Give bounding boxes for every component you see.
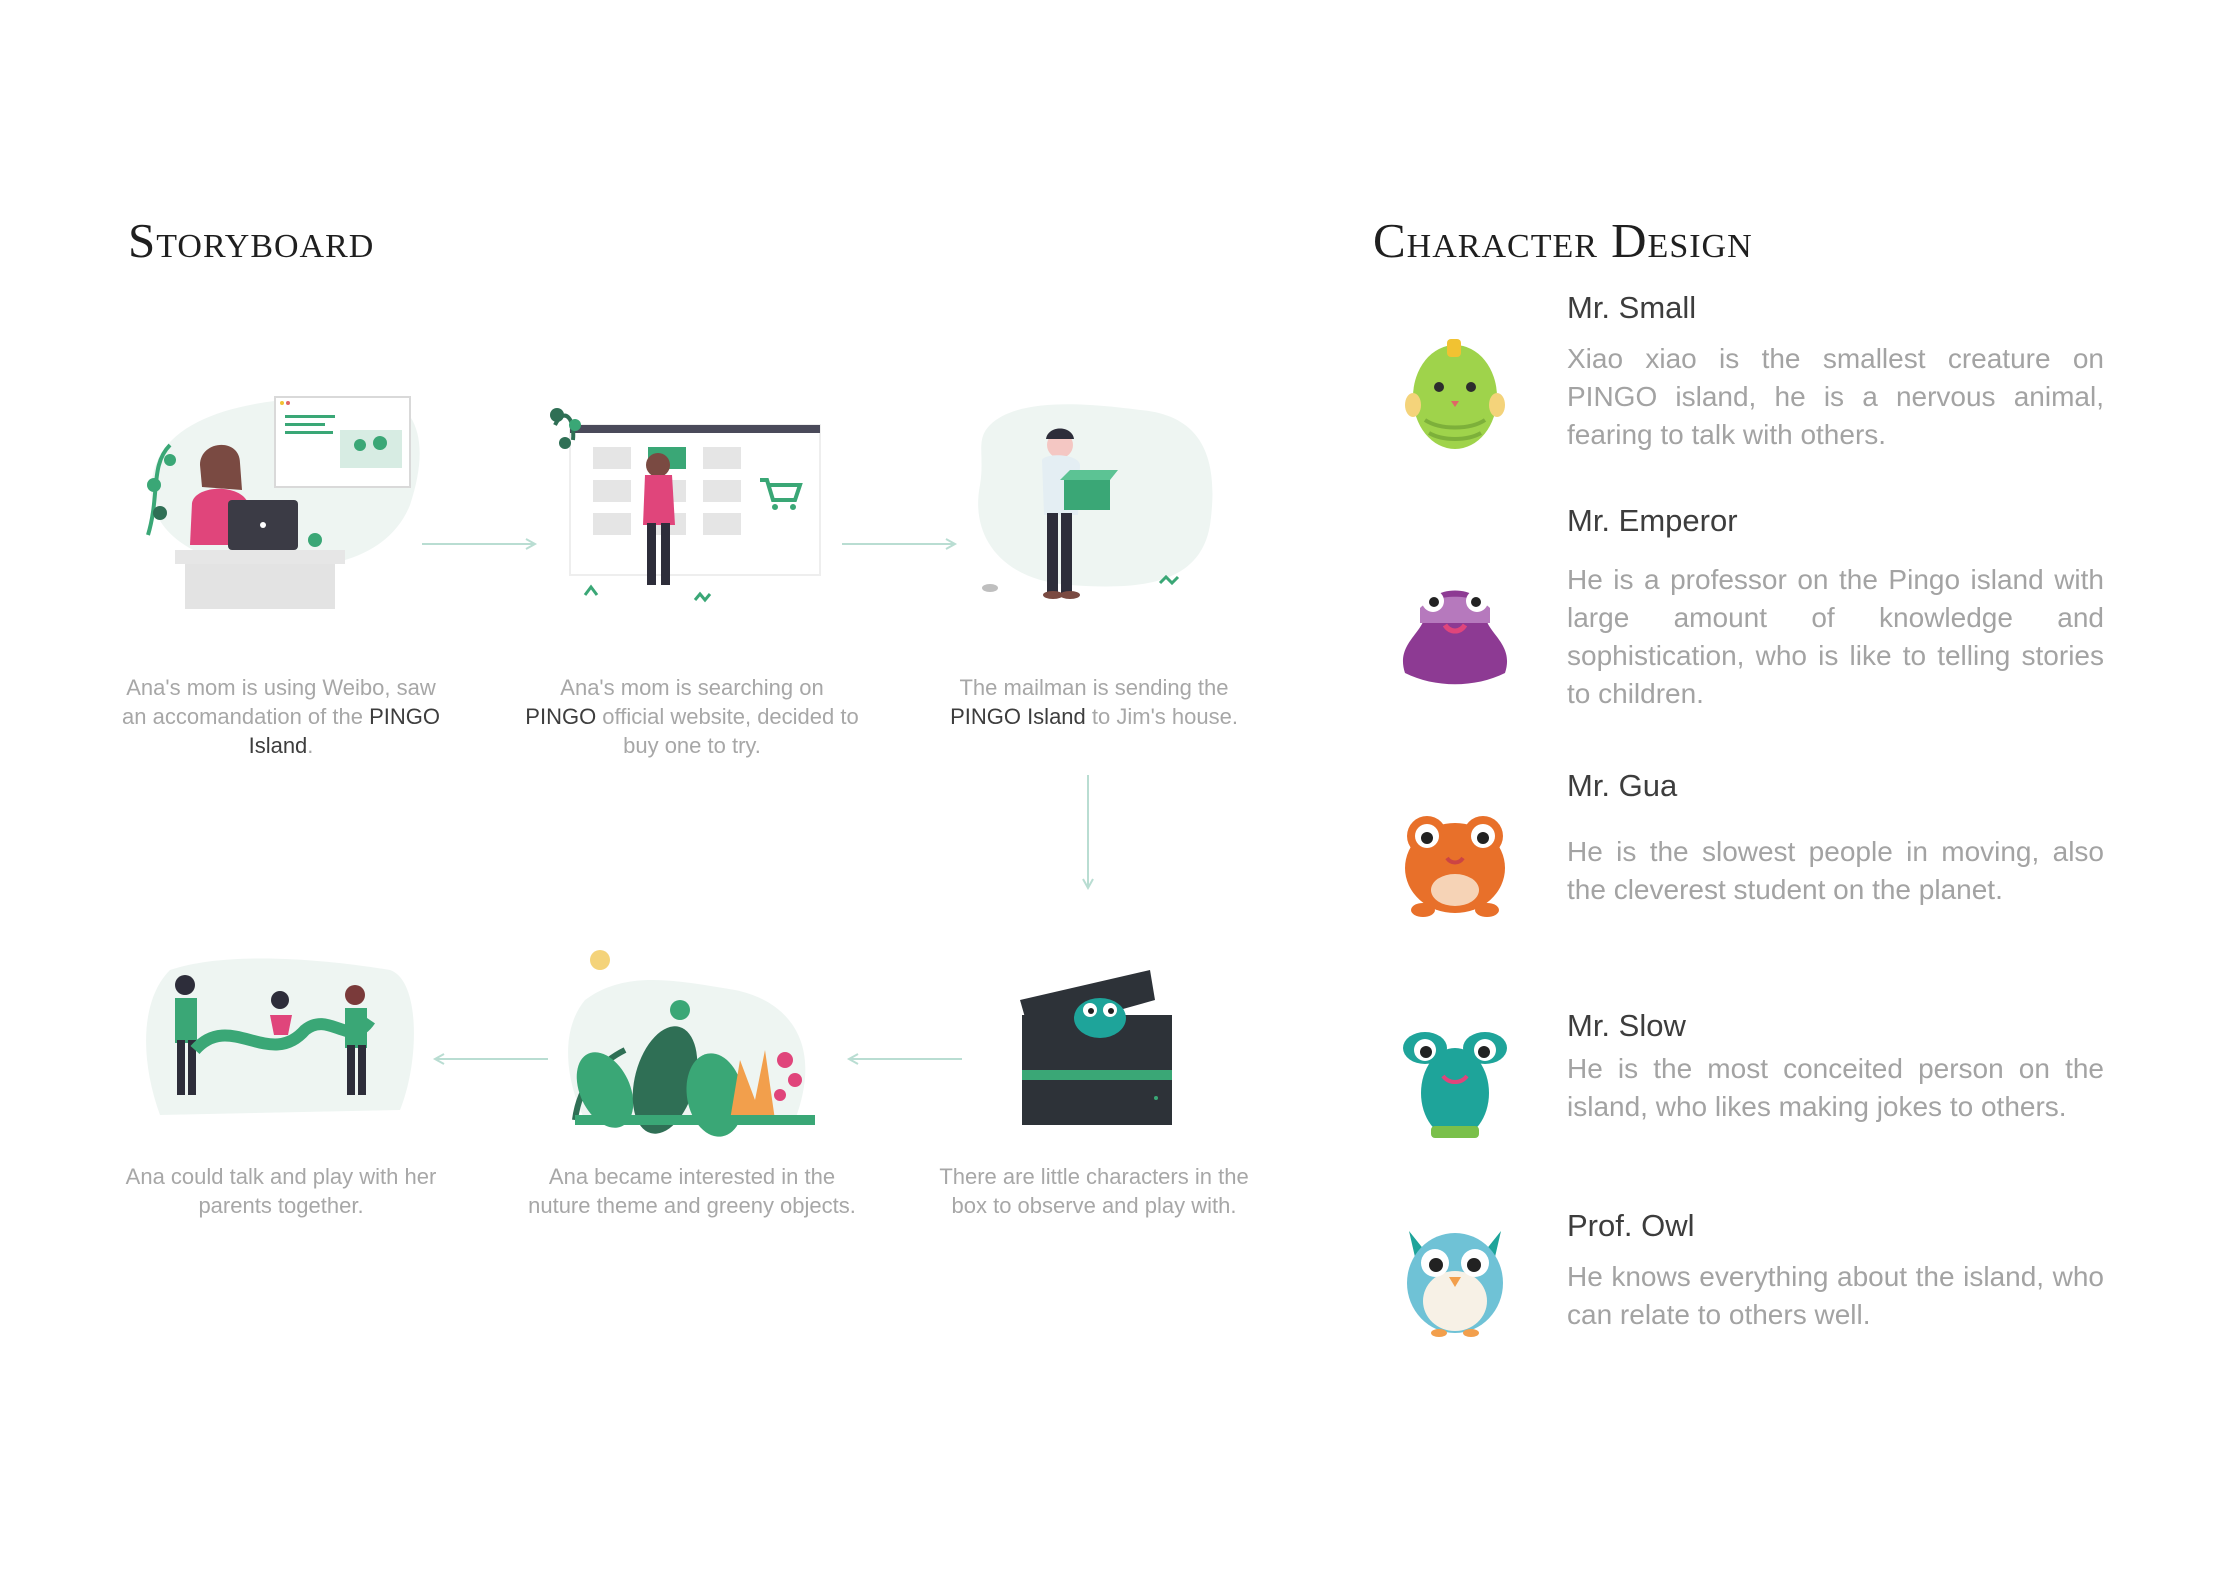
arrow-right bbox=[842, 536, 962, 552]
mr-slow-icon bbox=[1395, 1018, 1515, 1148]
storyboard-title: Storyboard bbox=[128, 213, 375, 268]
illustration-website-shopping bbox=[545, 385, 845, 625]
storyboard-caption-5: Ana became interested in the nuture them… bbox=[528, 1164, 856, 1218]
illustration-mailman bbox=[960, 385, 1260, 625]
character-description: He is a professor on the Pingo island wi… bbox=[1567, 564, 2104, 709]
character-name: Mr. Small bbox=[1567, 290, 1697, 325]
mr-emperor-icon bbox=[1395, 563, 1515, 693]
illustration-family bbox=[130, 940, 430, 1180]
character-card: Prof. Owl He knows everything about the … bbox=[1395, 1208, 2125, 1358]
character-description: He is the slowest people in moving, also… bbox=[1567, 836, 2104, 905]
arrow-right bbox=[422, 536, 542, 552]
character-name: Prof. Owl bbox=[1567, 1208, 1695, 1243]
character-card: Mr. Emperor He is a professor on the Pin… bbox=[1395, 503, 2125, 713]
illustration-character-box bbox=[960, 940, 1260, 1180]
character-name: Mr. Gua bbox=[1567, 768, 1678, 803]
storyboard-caption-3: The mailman is sending the PINGO Island … bbox=[950, 675, 1238, 729]
character-card: Mr. Gua He is the slowest people in movi… bbox=[1395, 768, 2125, 938]
character-card: Mr. Slow He is the most conceited person… bbox=[1395, 1008, 2125, 1168]
storyboard-caption-2: Ana's mom is searching on PINGO official… bbox=[525, 675, 859, 758]
arrow-down bbox=[1080, 775, 1096, 895]
character-design-title: Character Design bbox=[1373, 213, 1753, 268]
illustration-nature bbox=[545, 940, 845, 1180]
arrow-left bbox=[428, 1051, 548, 1067]
storyboard-caption-4: There are little characters in the box t… bbox=[939, 1164, 1249, 1218]
character-card: Mr. Small Xiao xiao is the smallest crea… bbox=[1395, 290, 2125, 460]
character-name: Mr. Emperor bbox=[1567, 503, 1738, 538]
character-description: Xiao xiao is the smallest creature on PI… bbox=[1567, 343, 2104, 450]
prof-owl-icon bbox=[1395, 1213, 1515, 1343]
mr-small-icon bbox=[1395, 325, 1515, 455]
storyboard-caption-1: Ana's mom is using Weibo, saw an accoman… bbox=[122, 675, 440, 758]
character-description: He knows everything about the island, wh… bbox=[1567, 1261, 2104, 1330]
storyboard-caption-6: Ana could talk and play with her parents… bbox=[125, 1164, 437, 1218]
illustration-mom-laptop bbox=[130, 385, 430, 625]
arrow-left bbox=[842, 1051, 962, 1067]
character-description: He is the most conceited person on the i… bbox=[1567, 1053, 2104, 1122]
mr-gua-icon bbox=[1395, 798, 1515, 928]
character-name: Mr. Slow bbox=[1567, 1008, 1686, 1043]
